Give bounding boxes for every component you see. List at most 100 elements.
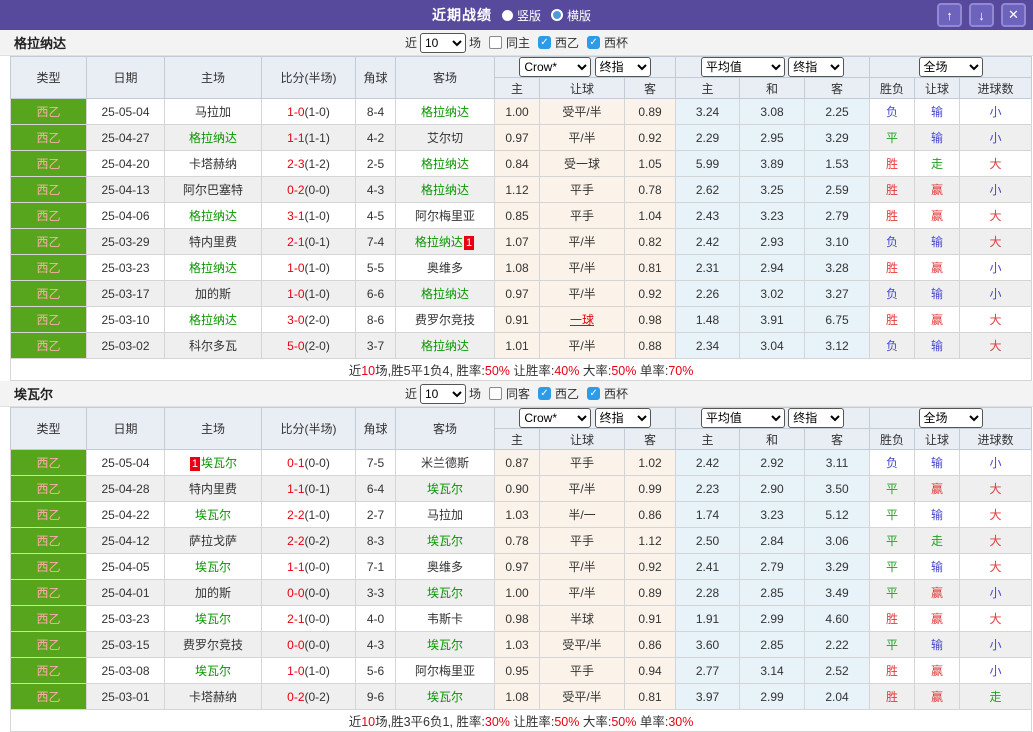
handicap-away-odds: 1.04	[623, 202, 677, 229]
same-venue-checkbox[interactable]	[488, 36, 502, 49]
halftime-score: (1-1)	[304, 130, 330, 145]
close-icon: ✕	[1008, 7, 1019, 22]
league-cell: 西乙	[10, 631, 87, 658]
result-overunder-cell: 大	[959, 605, 1033, 632]
avg-draw-odds: 2.85	[739, 579, 806, 606]
col-header-1: 日期	[86, 407, 165, 450]
avg-draw-odds: 3.89	[739, 150, 806, 177]
result-wdl-cell: 平	[869, 124, 916, 151]
summary-segment: 场,胜5平1负4, 胜率:	[375, 364, 485, 378]
score-cell: 0-2(0-0)	[261, 176, 356, 203]
score-cell: 3-0(2-0)	[261, 306, 356, 333]
date-cell: 25-04-22	[86, 501, 165, 528]
handicap-line: 受平/半	[539, 98, 625, 125]
avg-away-odds: 2.52	[804, 657, 871, 684]
avg-draw-odds: 3.08	[739, 98, 806, 125]
avg-home-odds: 2.42	[675, 228, 741, 255]
league-cell: 西乙	[10, 527, 87, 554]
handicap-line-text: 受一球	[563, 157, 600, 171]
score-cell: 1-1(0-0)	[261, 553, 356, 580]
result-overunder-cell: 小	[959, 124, 1033, 151]
home-team-cell: 1 埃瓦尔	[164, 449, 262, 476]
home-team-name: 埃瓦尔	[201, 456, 238, 470]
avg-home-odds: 2.43	[675, 202, 741, 229]
odds-source-select[interactable]: 终指	[594, 57, 651, 77]
away-team-cell: 韦斯卡	[395, 605, 495, 632]
result-wdl-cell: 胜	[869, 657, 916, 684]
home-team-name: 加的斯	[194, 287, 231, 301]
away-team-cell: 马拉加	[395, 501, 495, 528]
odds-source-select[interactable]: 平均值	[700, 57, 785, 77]
result-overunder-cell: 大	[959, 332, 1033, 359]
cup-checkbox[interactable]: ✓	[587, 36, 601, 49]
away-team-cell: 埃瓦尔	[395, 631, 495, 658]
handicap-line-text: 受平/半	[562, 105, 602, 119]
score-cell: 1-0(1-0)	[261, 98, 356, 125]
away-team-name: 格拉纳达	[420, 339, 469, 353]
match-row: 西乙 25-04-22 埃瓦尔 2-2(1-0) 2-7 马拉加 1.03 半/一 0.86 1.…	[10, 501, 1033, 528]
handicap-line-text: 平/半	[568, 339, 596, 353]
league-west2-checkbox[interactable]: ✓	[538, 36, 551, 49]
window-title: 近期战绩	[431, 7, 492, 23]
close-button[interactable]: ✕	[1001, 3, 1026, 27]
odds-source-select[interactable]: 全场	[918, 57, 983, 77]
summary-segment: 大率:	[579, 364, 612, 378]
recent-results-sections: 格拉纳达近 10 场同主 ✓ 西乙 ✓ 西杯 类型 日期 主场 比分(半场) 角球 客场 Crow* 终指…	[0, 30, 1033, 732]
away-team-cell: 费罗尔竞技	[395, 306, 495, 333]
summary-segment: 40%	[554, 364, 580, 378]
odds-source-select[interactable]: 全场	[918, 408, 983, 428]
away-team-name: 韦斯卡	[426, 612, 463, 626]
odds-source-select[interactable]: 终指	[594, 408, 651, 428]
handicap-home-odds: 0.90	[494, 475, 540, 502]
result-overunder-cell: 大	[959, 475, 1033, 502]
date-cell: 25-03-01	[86, 683, 165, 710]
summary-segment: 50%	[611, 364, 637, 378]
avg-draw-odds: 2.94	[739, 254, 806, 281]
league-cell: 西乙	[10, 475, 87, 502]
handicap-home-odds: 1.07	[494, 228, 540, 255]
home-team-cell: 阿尔巴塞特	[164, 176, 262, 203]
handicap-away-odds: 0.86	[623, 631, 677, 658]
layout-radio-group: 竖版 横版	[501, 7, 601, 24]
league-west2-checkbox-label: 西乙	[555, 387, 580, 401]
sub-header-1-2: 客	[804, 77, 871, 99]
move-down-button[interactable]: ↓	[969, 3, 994, 27]
handicap-home-odds: 1.01	[494, 332, 540, 359]
sub-header-2-2: 进球数	[959, 428, 1033, 450]
halftime-score: (0-0)	[304, 637, 330, 652]
handicap-away-odds: 0.81	[623, 683, 677, 710]
matches-label: 场	[468, 387, 481, 401]
away-team-name: 阿尔梅里亚	[414, 209, 475, 223]
result-handicap-cell: 输	[914, 553, 961, 580]
summary-segment: 50%	[484, 364, 510, 378]
recent-count-select[interactable]: 10	[419, 383, 466, 404]
away-team-cell: 米兰德斯	[395, 449, 495, 476]
layout-radio-vertical[interactable]: 竖版	[501, 7, 541, 24]
home-team-cell: 加的斯	[164, 579, 262, 606]
avg-away-odds: 3.50	[804, 475, 871, 502]
odds-source-select[interactable]: 平均值	[700, 408, 785, 428]
league-cell: 西乙	[10, 202, 87, 229]
match-row: 西乙 25-04-12 萨拉戈萨 2-2(0-2) 8-3 埃瓦尔 0.78 平手 1.12 2.…	[10, 527, 1033, 554]
odds-source-select[interactable]: Crow*	[519, 57, 592, 77]
odds-source-select[interactable]: 终指	[788, 408, 845, 428]
date-cell: 25-05-04	[86, 98, 165, 125]
layout-radio-horizontal[interactable]: 横版	[551, 7, 591, 24]
league-cell: 西乙	[10, 605, 87, 632]
home-team-cell: 格拉纳达	[164, 202, 262, 229]
handicap-line: 受平/半	[539, 683, 625, 710]
league-label: 西乙	[36, 534, 61, 548]
avg-home-odds: 1.74	[675, 501, 741, 528]
avg-draw-odds: 2.93	[739, 228, 806, 255]
recent-count-select[interactable]: 10	[419, 32, 466, 53]
col-header-1: 日期	[86, 56, 165, 99]
radio-unselected-icon	[551, 9, 563, 21]
fulltime-score: 3-1	[287, 208, 305, 223]
avg-draw-odds: 2.85	[739, 631, 806, 658]
odds-source-select[interactable]: Crow*	[519, 408, 592, 428]
same-venue-checkbox[interactable]	[488, 387, 502, 400]
league-west2-checkbox[interactable]: ✓	[538, 387, 551, 400]
cup-checkbox[interactable]: ✓	[587, 387, 601, 400]
odds-source-select[interactable]: 终指	[788, 57, 845, 77]
move-up-button[interactable]: ↑	[937, 3, 962, 27]
